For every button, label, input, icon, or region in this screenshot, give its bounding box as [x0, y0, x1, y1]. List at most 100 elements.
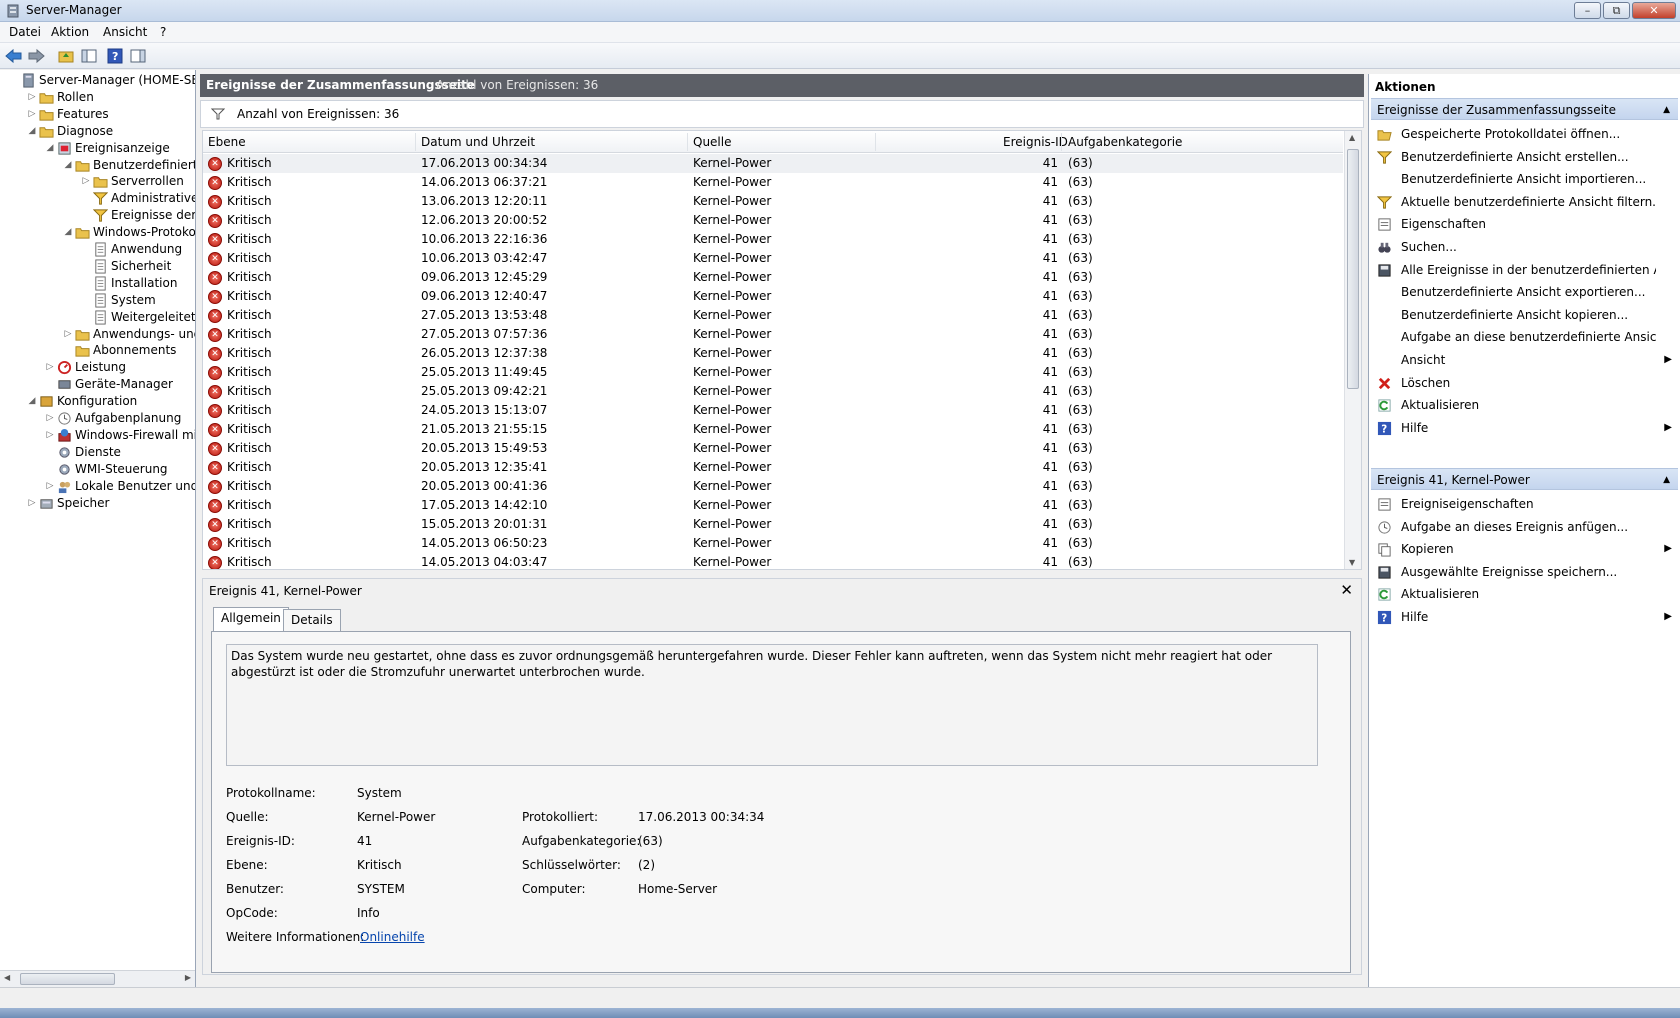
table-row[interactable]: ✕ Kritisch 20.05.2013 15:49:53 Kernel-Power… [203, 439, 1343, 458]
action-item[interactable]: Ansicht ▶ [1371, 349, 1678, 371]
tree-item[interactable]: ◢ Benutzerdefinierte Ansichten [0, 156, 195, 174]
action-item[interactable]: ? Hilfe ▶ [1371, 606, 1678, 628]
forward-button[interactable] [26, 46, 46, 66]
onlinehilfe-link[interactable]: Onlinehilfe [360, 930, 425, 944]
expand-icon[interactable]: ▷ [45, 426, 55, 444]
collapse-icon[interactable]: ◢ [27, 392, 37, 410]
tree-item[interactable]: ▷ Lokale Benutzer und Gruppen [0, 477, 195, 495]
column-quelle[interactable]: Quelle [693, 135, 731, 149]
scroll-left-icon[interactable]: ◀ [4, 973, 10, 982]
collapse-icon[interactable]: ◢ [63, 156, 73, 174]
tree-item[interactable]: Weitergeleitete Ereignisse [0, 308, 195, 326]
tree-item[interactable]: Server-Manager (HOME-SERVER) [0, 71, 195, 89]
tree-item[interactable]: Dienste [0, 443, 195, 461]
tree-item[interactable]: ◢ Ereignisanzeige [0, 139, 195, 157]
tab-details[interactable]: Details [283, 609, 341, 631]
action-item[interactable]: Löschen [1371, 372, 1678, 394]
table-row[interactable]: ✕ Kritisch 17.06.2013 00:34:34 Kernel-Power… [203, 154, 1343, 173]
table-row[interactable]: ✕ Kritisch 27.05.2013 07:57:36 Kernel-Power… [203, 325, 1343, 344]
expand-icon[interactable]: ▷ [27, 494, 37, 512]
tree-item[interactable]: Geräte-Manager [0, 375, 195, 393]
scroll-thumb[interactable] [1347, 149, 1359, 389]
table-row[interactable]: ✕ Kritisch 27.05.2013 13:53:48 Kernel-Power… [203, 306, 1343, 325]
tree-item[interactable]: Administrative Ereignisse [0, 189, 195, 207]
table-row[interactable]: ✕ Kritisch 20.05.2013 00:41:36 Kernel-Power… [203, 477, 1343, 496]
scroll-thumb[interactable] [20, 973, 115, 985]
scroll-down-icon[interactable]: ▼ [1349, 558, 1355, 567]
menu-help[interactable]: ? [160, 25, 166, 39]
menu-datei[interactable]: Datei [9, 25, 41, 39]
action-item[interactable]: Benutzerdefinierte Ansicht exportieren..… [1371, 281, 1678, 303]
tree-item[interactable]: ▷ Speicher [0, 494, 195, 512]
show-hide-action-pane-button[interactable] [128, 46, 148, 66]
close-button[interactable]: ✕ [1632, 2, 1676, 19]
column-ebene[interactable]: Ebene [208, 135, 246, 149]
menu-ansicht[interactable]: Ansicht [103, 25, 147, 39]
expand-icon[interactable]: ▷ [81, 172, 91, 190]
expand-icon[interactable]: ▷ [45, 477, 55, 495]
table-row[interactable]: ✕ Kritisch 10.06.2013 22:16:36 Kernel-Power… [203, 230, 1343, 249]
action-item[interactable]: Alle Ereignisse in der benutzerdefiniert… [1371, 259, 1678, 281]
table-row[interactable]: ✕ Kritisch 21.05.2013 21:55:15 Kernel-Power… [203, 420, 1343, 439]
detail-close-icon[interactable]: ✕ [1340, 581, 1353, 599]
table-row[interactable]: ✕ Kritisch 13.06.2013 12:20:11 Kernel-Power… [203, 192, 1343, 211]
collapse-up-icon[interactable]: ▲ [1663, 105, 1670, 115]
table-row[interactable]: ✕ Kritisch 26.05.2013 12:37:38 Kernel-Power… [203, 344, 1343, 363]
action-item[interactable]: Eigenschaften [1371, 213, 1678, 235]
collapse-icon[interactable]: ◢ [63, 223, 73, 241]
action-item[interactable]: ? Hilfe ▶ [1371, 417, 1678, 439]
tree-item[interactable]: System [0, 291, 195, 309]
expand-icon[interactable]: ▷ [27, 105, 37, 123]
scroll-right-icon[interactable]: ▶ [185, 973, 191, 982]
action-item[interactable]: Ereigniseigenschaften [1371, 493, 1678, 515]
column-aufgabenkategorie[interactable]: Aufgabenkategorie [1068, 135, 1182, 149]
actions-section-view[interactable]: Ereignisse der Zusammenfassungsseite ▲ [1371, 98, 1678, 120]
table-vertical-scrollbar[interactable]: ▲ ▼ [1344, 131, 1361, 569]
tree-item[interactable]: Installation [0, 274, 195, 292]
tree-item[interactable]: ▷ Leistung [0, 358, 195, 376]
tree-item[interactable]: Ereignisse der Zusammenfassungsseite [0, 206, 195, 224]
table-row[interactable]: ✕ Kritisch 14.05.2013 04:03:47 Kernel-Power… [203, 553, 1343, 569]
action-item[interactable]: Aktualisieren [1371, 583, 1678, 605]
table-row[interactable]: ✕ Kritisch 15.05.2013 20:01:31 Kernel-Power… [203, 515, 1343, 534]
table-row[interactable]: ✕ Kritisch 09.06.2013 12:45:29 Kernel-Power… [203, 268, 1343, 287]
tree-item[interactable]: ◢ Diagnose [0, 122, 195, 140]
collapse-up-icon[interactable]: ▲ [1663, 475, 1670, 485]
minimize-button[interactable]: – [1574, 2, 1601, 19]
action-item[interactable]: Benutzerdefinierte Ansicht importieren..… [1371, 168, 1678, 190]
column-ereignis-id[interactable]: Ereignis-ID [1003, 135, 1068, 149]
tree-item[interactable]: ▷ Serverrollen [0, 172, 195, 190]
action-item[interactable]: Aufgabe an diese benutzerdefinierte Ansi… [1371, 326, 1678, 348]
tree-item[interactable]: Anwendung [0, 240, 195, 258]
action-item[interactable]: Aufgabe an dieses Ereignis anfügen... [1371, 516, 1678, 538]
expand-icon[interactable]: ▷ [45, 358, 55, 376]
expand-icon[interactable]: ▷ [45, 409, 55, 427]
table-row[interactable]: ✕ Kritisch 25.05.2013 11:49:45 Kernel-Power… [203, 363, 1343, 382]
collapse-icon[interactable]: ◢ [27, 122, 37, 140]
tab-allgemein[interactable]: Allgemein [213, 607, 289, 632]
table-row[interactable]: ✕ Kritisch 12.06.2013 20:00:52 Kernel-Power… [203, 211, 1343, 230]
action-item[interactable]: Ausgewählte Ereignisse speichern... [1371, 561, 1678, 583]
expand-icon[interactable]: ▷ [63, 325, 73, 343]
tree-item[interactable]: ▷ Windows-Firewall mit erweiterter Sicher… [0, 426, 195, 444]
column-datum[interactable]: Datum und Uhrzeit [421, 135, 535, 149]
table-row[interactable]: ✕ Kritisch 14.05.2013 06:50:23 Kernel-Power… [203, 534, 1343, 553]
action-item[interactable]: Gespeicherte Protokolldatei öffnen... [1371, 123, 1678, 145]
table-row[interactable]: ✕ Kritisch 09.06.2013 12:40:47 Kernel-Power… [203, 287, 1343, 306]
tree-item[interactable]: ▷ Anwendungs- und Dienstprotokolle [0, 325, 195, 343]
action-item[interactable]: Benutzerdefinierte Ansicht kopieren... [1371, 304, 1678, 326]
collapse-icon[interactable]: ◢ [45, 139, 55, 157]
tree-item[interactable]: ▷ Aufgabenplanung [0, 409, 195, 427]
expand-icon[interactable]: ▷ [27, 88, 37, 106]
table-row[interactable]: ✕ Kritisch 17.05.2013 14:42:10 Kernel-Power… [203, 496, 1343, 515]
tree-item[interactable]: ▷ Rollen [0, 88, 195, 106]
tree-item[interactable]: WMI-Steuerung [0, 460, 195, 478]
table-row[interactable]: ✕ Kritisch 24.05.2013 15:13:07 Kernel-Power… [203, 401, 1343, 420]
table-row[interactable]: ✕ Kritisch 20.05.2013 12:35:41 Kernel-Power… [203, 458, 1343, 477]
tree-item[interactable]: ▷ Features [0, 105, 195, 123]
action-item[interactable]: Aktualisieren [1371, 394, 1678, 416]
tree-item[interactable]: ◢ Konfiguration [0, 392, 195, 410]
table-row[interactable]: ✕ Kritisch 10.06.2013 03:42:47 Kernel-Power… [203, 249, 1343, 268]
tree-item[interactable]: ◢ Windows-Protokolle [0, 223, 195, 241]
action-item[interactable]: Kopieren ▶ [1371, 538, 1678, 560]
